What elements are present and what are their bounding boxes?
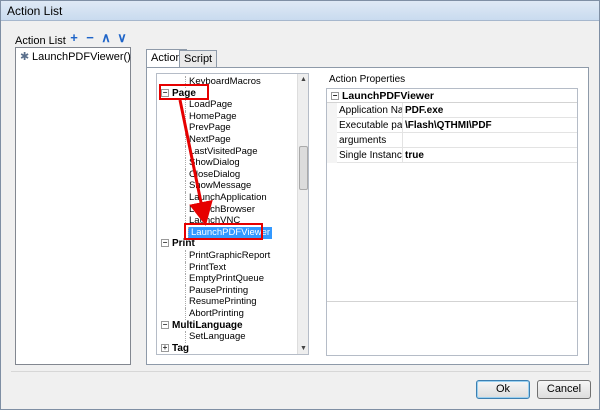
row-margin	[327, 118, 337, 133]
row-margin	[327, 133, 337, 148]
tree-item[interactable]: PrevPage	[185, 122, 231, 135]
action-tree[interactable]: KeyboardMacros − Page LoadPage HomePage PrevP…	[156, 73, 309, 355]
collapse-icon[interactable]: −	[161, 320, 169, 329]
property-name: arguments	[339, 133, 403, 148]
chevron-down-icon[interactable]: ∨	[115, 31, 129, 45]
property-row[interactable]: Application NamePDF.exe	[327, 103, 577, 118]
ok-button[interactable]: Ok	[476, 380, 530, 399]
tree-item[interactable]: HomePage	[185, 110, 237, 123]
property-row[interactable]: Single Instance true	[327, 148, 577, 163]
property-name: Executable path	[339, 118, 403, 133]
tree-item-label: ResumePrinting	[189, 296, 257, 308]
tree-item-label: PrevPage	[189, 122, 231, 134]
property-grid: −LaunchPDFViewer Application NamePDF.exe…	[327, 89, 577, 163]
tree-item-label: PausePrinting	[189, 284, 249, 296]
tree-item-label: Print	[172, 238, 195, 250]
window-title: Action List	[7, 4, 63, 18]
collapse-icon[interactable]: −	[161, 239, 169, 248]
property-group-header[interactable]: − LaunchPDFViewer	[327, 89, 577, 103]
annotation-launchpdf-box	[184, 223, 263, 240]
tree-item-label: LoadPage	[189, 99, 233, 111]
tree-item[interactable]: LaunchBrowser	[185, 203, 256, 216]
action-list-dialog: Action List Action List + − ∧ ∨ ✱ LaunchPDF…	[0, 0, 600, 410]
tree-item[interactable]: PrintText	[185, 261, 226, 274]
action-properties-label: Action Properties	[329, 74, 406, 85]
tree-item[interactable]: PrintGraphicReport	[185, 250, 270, 262]
property-name: Single Instance	[339, 148, 403, 163]
list-item[interactable]: ✱ LaunchPDFViewer()	[18, 50, 131, 64]
tree-item[interactable]: LoadPage	[185, 99, 233, 112]
tree-item[interactable]: PausePrinting	[185, 284, 249, 297]
list-item-label: LaunchPDFViewer()	[32, 51, 131, 63]
tree-item-label: LaunchApplication	[189, 192, 267, 203]
tree-item-label: HomePage	[189, 110, 237, 122]
tree-item-label: ShowMessage	[189, 180, 252, 192]
property-value[interactable]: true	[405, 148, 424, 163]
tree-category[interactable]: − Print	[161, 238, 195, 250]
tree-item[interactable]: SetLanguage	[185, 331, 246, 344]
property-row[interactable]: Executable path\Flash\QTHMI\PDF	[327, 118, 577, 133]
collapse-icon[interactable]: −	[331, 92, 339, 100]
tree-item-label: SetLanguage	[189, 331, 246, 343]
tree-item[interactable]: CloseDialog	[185, 168, 241, 181]
scroll-thumb[interactable]	[299, 146, 308, 190]
property-group-title: LaunchPDFViewer	[342, 90, 434, 102]
expand-icon[interactable]: +	[161, 343, 169, 352]
plus-icon[interactable]: +	[67, 31, 81, 45]
tree-item[interactable]: AbortPrinting	[185, 308, 244, 320]
tree-item[interactable]: ShowDialog	[185, 157, 240, 170]
cancel-button[interactable]: Cancel	[537, 380, 591, 399]
tree-scrollbar[interactable]: ▲ ▼	[297, 74, 308, 354]
tree-item[interactable]: LastVisitedPage	[185, 145, 258, 158]
row-margin	[327, 148, 337, 163]
tree-item[interactable]: ShowMessage	[185, 180, 252, 193]
title-bar: Action List	[1, 1, 599, 21]
tree-item[interactable]: ResumePrinting	[185, 296, 257, 309]
tree-item-label: PrintGraphicReport	[189, 250, 271, 261]
property-value[interactable]: PDF.exe	[405, 103, 443, 118]
tree-item-label: LaunchBrowser	[189, 203, 256, 215]
action-list-toolbar: + − ∧ ∨	[67, 31, 131, 45]
tree-item-label: EmptyPrintQueue	[189, 273, 264, 285]
chevron-up-icon[interactable]: ∧	[99, 31, 113, 45]
scroll-down-icon[interactable]: ▼	[298, 343, 309, 354]
tree-item-label: Tag	[172, 342, 190, 354]
tree-item[interactable]: NextPage	[185, 134, 231, 146]
property-name: Application Name	[339, 103, 403, 118]
tree-category[interactable]: + Tag	[161, 342, 190, 354]
tree-item-label: NextPage	[189, 134, 231, 145]
tree-item-label: PrintText	[189, 261, 226, 273]
gear-icon: ✱	[20, 51, 30, 63]
property-row[interactable]: arguments	[327, 133, 577, 148]
annotation-page-box	[159, 84, 209, 100]
tree-item-label: MultiLanguage	[172, 319, 243, 331]
scroll-up-icon[interactable]: ▲	[298, 74, 309, 85]
tab-script[interactable]: Script	[179, 50, 218, 68]
tree-item-label: CloseDialog	[189, 168, 241, 180]
property-description-divider	[327, 301, 577, 302]
tree-category[interactable]: − MultiLanguage	[161, 320, 243, 332]
dialog-divider	[11, 371, 591, 372]
tree-item-label: LastVisitedPage	[189, 145, 258, 157]
minus-icon[interactable]: −	[83, 31, 97, 45]
tree-item-label: ShowDialog	[189, 157, 240, 169]
property-value[interactable]: \Flash\QTHMI\PDF	[405, 118, 492, 133]
tree-item-label: AbortPrinting	[189, 308, 244, 319]
row-margin	[327, 103, 337, 118]
action-list-box[interactable]: ✱ LaunchPDFViewer()	[15, 47, 131, 365]
action-list-label: Action List	[15, 35, 66, 47]
tree-item[interactable]: EmptyPrintQueue	[185, 273, 264, 286]
tree-item[interactable]: LaunchApplication	[185, 192, 267, 204]
